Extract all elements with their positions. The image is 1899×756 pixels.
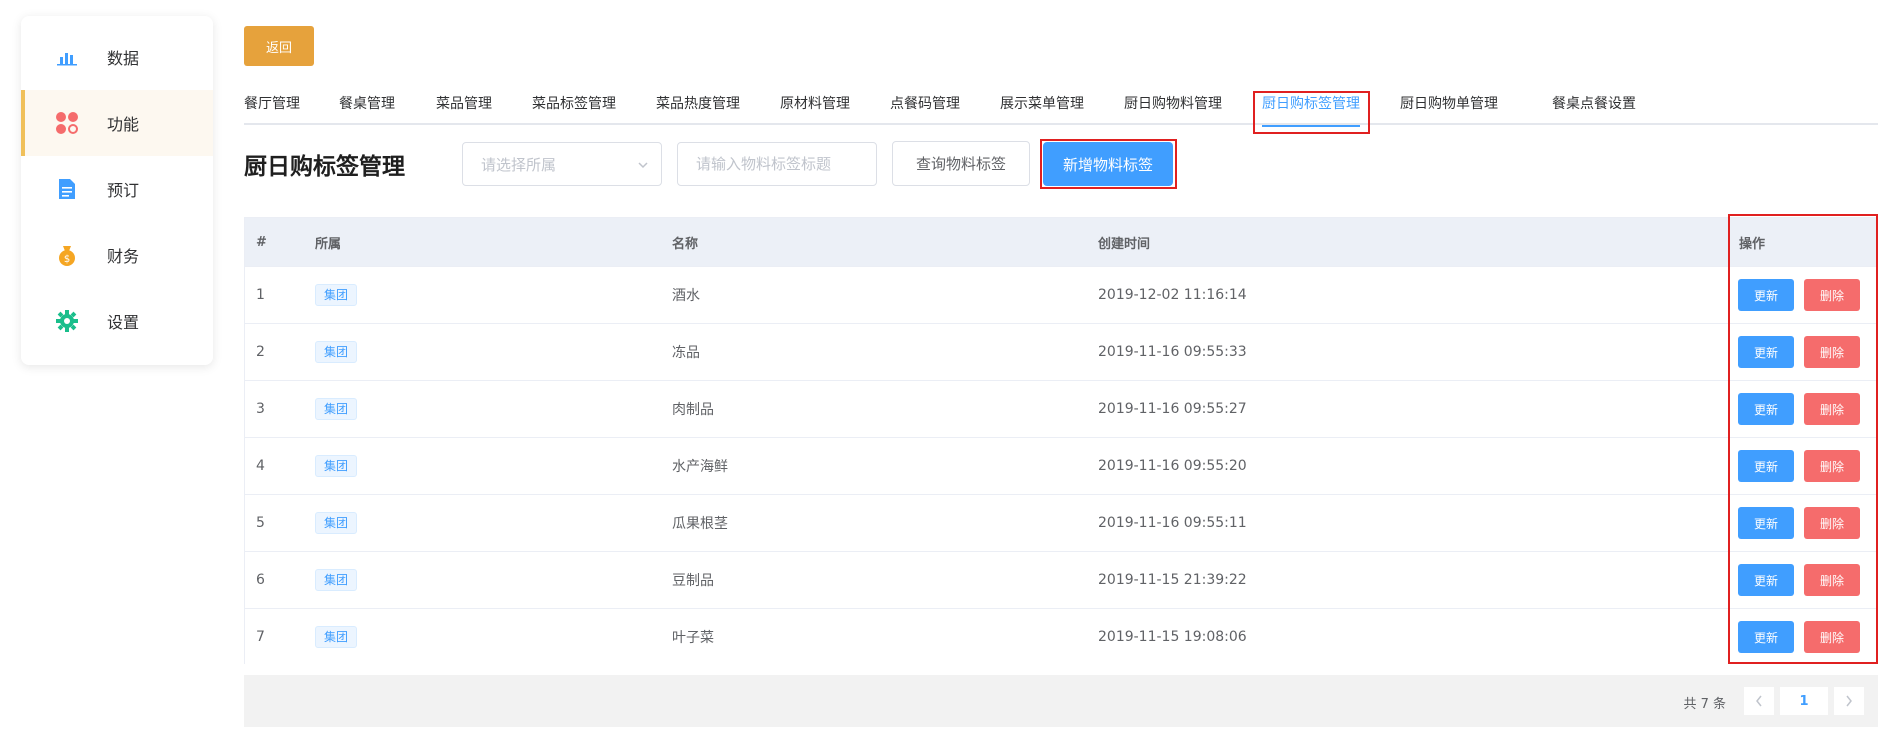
row-name: 瓜果根茎 — [672, 516, 728, 532]
row-name: 肉制品 — [672, 402, 714, 418]
tag-title-input[interactable] — [677, 142, 877, 186]
table-row: 6 集团 豆制品 2019-11-15 21:39:22 更新 删除 — [245, 551, 1877, 608]
row-created: 2019-12-02 11:16:14 — [1098, 287, 1247, 303]
money-bag-icon: $ — [55, 243, 79, 267]
row-index: 3 — [256, 401, 265, 417]
owner-tag: 集团 — [315, 512, 358, 534]
tab-kitchen-orders[interactable]: 厨日购物单管理 — [1400, 92, 1498, 123]
table-row: 7 集团 叶子菜 2019-11-15 19:08:06 更新 删除 — [245, 608, 1877, 665]
table-row: 4 集团 水产海鲜 2019-11-16 09:55:20 更新 删除 — [245, 437, 1877, 494]
tab-dishes[interactable]: 菜品管理 — [436, 92, 492, 123]
row-created: 2019-11-15 21:39:22 — [1098, 572, 1247, 588]
owner-select[interactable]: 请选择所属 — [462, 142, 662, 186]
tab-raw-materials[interactable]: 原材料管理 — [780, 92, 850, 123]
table-row: 3 集团 肉制品 2019-11-16 09:55:27 更新 删除 — [245, 380, 1877, 437]
tab-dish-heat[interactable]: 菜品热度管理 — [656, 92, 740, 123]
query-tags-button[interactable]: 查询物料标签 — [892, 141, 1030, 186]
sidebar-item-features[interactable]: 功能 — [21, 90, 213, 156]
grid-apps-icon — [55, 111, 79, 135]
tab-kitchen-materials[interactable]: 厨日购物料管理 — [1124, 92, 1222, 123]
gear-icon — [55, 309, 79, 333]
sidebar-item-label: 设置 — [107, 313, 140, 332]
owner-tag: 集团 — [315, 341, 358, 363]
document-icon — [55, 177, 79, 201]
sidebar-item-finance[interactable]: $ 财务 — [21, 222, 213, 288]
row-created: 2019-11-16 09:55:27 — [1098, 401, 1247, 417]
page-title: 厨日购标签管理 — [244, 154, 405, 180]
add-button-highlight-box — [1040, 139, 1177, 189]
row-index: 6 — [256, 572, 265, 588]
ops-column-highlight-box — [1728, 214, 1878, 664]
row-created: 2019-11-16 09:55:20 — [1098, 458, 1247, 474]
total-count: 共 7 条 — [1683, 697, 1726, 712]
owner-tag: 集团 — [315, 284, 358, 306]
svg-text:$: $ — [64, 254, 70, 265]
page-number-current[interactable]: 1 — [1780, 687, 1828, 715]
row-name: 叶子菜 — [672, 630, 714, 646]
chevron-down-icon — [637, 155, 649, 179]
sidebar-item-reservation[interactable]: 预订 — [21, 156, 213, 222]
pagination-bar: 共 7 条 1 — [244, 675, 1878, 727]
sidebar-item-data[interactable]: 数据 — [21, 24, 213, 90]
sidebar-item-label: 数据 — [107, 49, 140, 68]
sidebar-item-settings[interactable]: 设置 — [21, 288, 213, 354]
row-index: 1 — [256, 287, 265, 303]
row-name: 豆制品 — [672, 573, 714, 589]
tab-display-menu[interactable]: 展示菜单管理 — [1000, 92, 1084, 123]
tab-bar: 餐厅管理 餐桌管理 菜品管理 菜品标签管理 菜品热度管理 原材料管理 点餐码管理… — [244, 92, 1878, 127]
table-row: 1 集团 酒水 2019-12-02 11:16:14 更新 删除 — [245, 266, 1877, 323]
header-index: # — [256, 234, 267, 250]
owner-tag: 集团 — [315, 626, 358, 648]
row-name: 冻品 — [672, 345, 700, 361]
chevron-left-icon[interactable] — [1744, 687, 1774, 715]
sidebar-item-label: 预订 — [107, 181, 140, 200]
header-owner: 所属 — [315, 236, 342, 252]
tab-highlight-box — [1253, 91, 1370, 134]
row-name: 酒水 — [672, 288, 700, 304]
tags-table: # 所属 名称 创建时间 操作 1 集团 酒水 2019-12-02 11:16… — [244, 217, 1878, 665]
owner-tag: 集团 — [315, 398, 358, 420]
tab-tables[interactable]: 餐桌管理 — [339, 92, 395, 123]
row-created: 2019-11-16 09:55:33 — [1098, 344, 1247, 360]
owner-select-placeholder: 请选择所属 — [481, 155, 557, 174]
row-name: 水产海鲜 — [672, 459, 728, 475]
row-index: 4 — [256, 458, 265, 474]
tab-table-ordering-settings[interactable]: 餐桌点餐设置 — [1552, 92, 1636, 123]
sidebar-item-label: 功能 — [107, 115, 140, 134]
tab-dish-tags[interactable]: 菜品标签管理 — [532, 92, 616, 123]
chevron-right-icon[interactable] — [1834, 687, 1864, 715]
sidebar-item-label: 财务 — [107, 247, 140, 266]
owner-tag: 集团 — [315, 569, 358, 591]
row-index: 7 — [256, 629, 265, 645]
row-created: 2019-11-16 09:55:11 — [1098, 515, 1247, 531]
row-created: 2019-11-15 19:08:06 — [1098, 629, 1247, 645]
sidebar: 数据 功能 预订 $ 财务 设置 — [21, 16, 213, 365]
tab-order-codes[interactable]: 点餐码管理 — [890, 92, 960, 123]
header-created: 创建时间 — [1098, 236, 1151, 252]
tab-restaurant[interactable]: 餐厅管理 — [244, 92, 300, 123]
row-index: 5 — [256, 515, 265, 531]
table-header: # 所属 名称 创建时间 操作 — [245, 218, 1877, 266]
table-row: 5 集团 瓜果根茎 2019-11-16 09:55:11 更新 删除 — [245, 494, 1877, 551]
pager: 1 — [1738, 687, 1864, 715]
row-index: 2 — [256, 344, 265, 360]
back-button[interactable]: 返回 — [244, 26, 314, 66]
owner-tag: 集团 — [315, 455, 358, 477]
table-row: 2 集团 冻品 2019-11-16 09:55:33 更新 删除 — [245, 323, 1877, 380]
header-name: 名称 — [672, 236, 699, 252]
bar-chart-icon — [55, 45, 79, 69]
